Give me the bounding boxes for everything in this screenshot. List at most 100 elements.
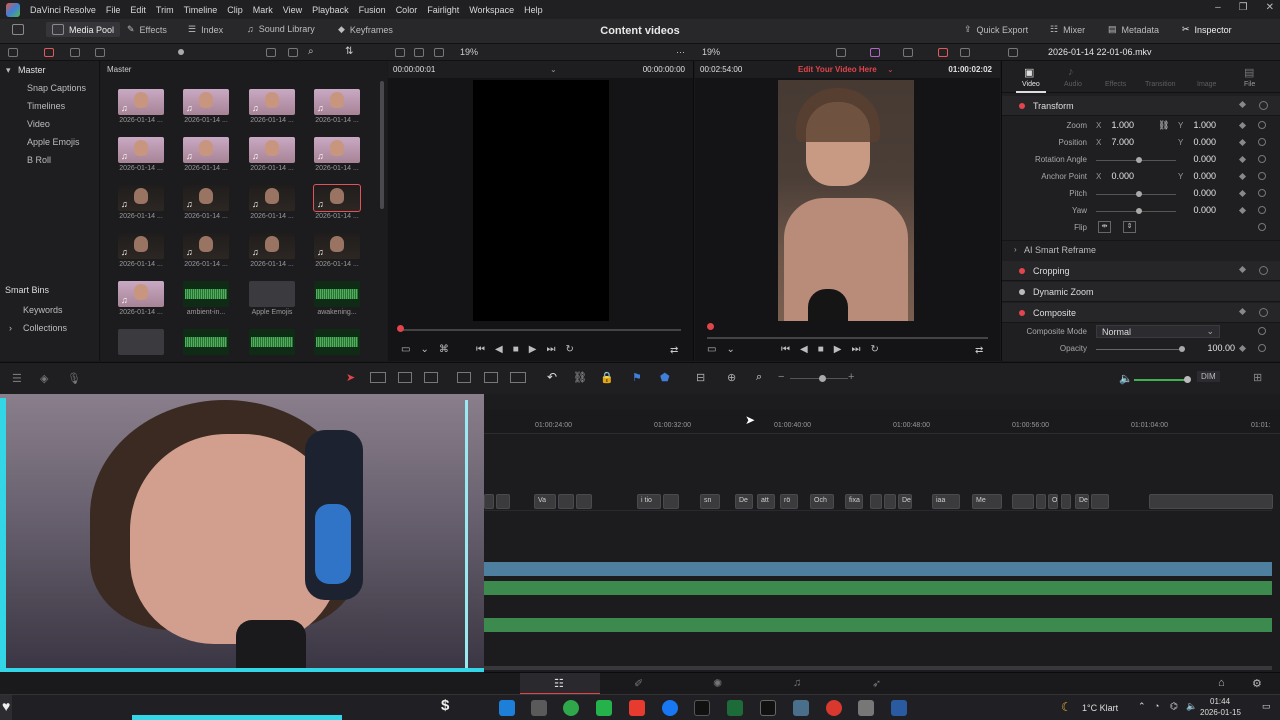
linked-selection-icon[interactable]: ⛓ — [573, 371, 587, 384]
menu-mark[interactable]: Mark — [248, 5, 278, 15]
cropping-toggle[interactable] — [1019, 268, 1025, 274]
loop-icon[interactable]: ↻ — [565, 344, 573, 355]
menu-fusion[interactable]: Fusion — [354, 5, 391, 15]
pool-scrollbar[interactable] — [380, 81, 384, 209]
rotation-input[interactable]: 0.000 — [1176, 154, 1216, 164]
caption-clip[interactable] — [1012, 494, 1034, 509]
fullscreen-icon[interactable] — [960, 48, 970, 57]
menu-playback[interactable]: Playback — [307, 5, 354, 15]
menu-fairlight[interactable]: Fairlight — [422, 5, 464, 15]
ai-smart-reframe-section[interactable]: › AI Smart Reframe — [1002, 240, 1280, 258]
media-clip[interactable]: ♫ 2026-01-14 ... — [118, 185, 164, 220]
transform-toggle[interactable] — [1019, 103, 1025, 109]
viewer-layout-icon-2[interactable] — [414, 48, 424, 57]
caption-clip[interactable]: fixa — [845, 494, 863, 509]
media-clip[interactable]: ♫ 2026-01-14 ... — [249, 233, 295, 268]
insert-clip-icon[interactable] — [457, 372, 471, 383]
obs-icon[interactable] — [826, 700, 842, 716]
menu-help[interactable]: Help — [519, 5, 548, 15]
caption-clip[interactable]: rö — [780, 494, 798, 509]
davinci-taskbar-icon[interactable] — [891, 700, 907, 716]
tray-icon[interactable]: ◔ — [1154, 701, 1159, 711]
link-icon[interactable] — [70, 48, 80, 57]
caption-clip[interactable] — [1091, 494, 1109, 509]
search-icon[interactable]: ⌕ — [308, 46, 314, 57]
keyframes-button[interactable]: ◆ Keyframes — [338, 24, 393, 35]
thumb-view-icon[interactable] — [288, 48, 298, 57]
keyframe-icon[interactable] — [1238, 100, 1247, 109]
menu-view[interactable]: View — [278, 5, 307, 15]
snap-icon[interactable] — [44, 48, 54, 57]
composite-toggle[interactable] — [1019, 310, 1025, 316]
edge-icon[interactable] — [499, 700, 515, 716]
mixer-icon[interactable]: ⊞ — [1253, 371, 1262, 384]
menu-edit[interactable]: Edit — [125, 5, 151, 15]
zoom-options-icon[interactable]: ⌄ — [420, 344, 428, 355]
reset-icon[interactable] — [1258, 155, 1266, 163]
cropping-section[interactable]: Cropping — [1002, 261, 1280, 281]
media-clip[interactable]: ♫ 2026-01-14 ... — [183, 137, 229, 172]
program-frame[interactable] — [778, 80, 914, 321]
caption-clip[interactable]: O — [1048, 494, 1058, 509]
caption-clip[interactable] — [576, 494, 592, 509]
volume-slider[interactable] — [1134, 379, 1186, 381]
stop-icon[interactable]: ■ — [513, 344, 519, 355]
rotation-slider-knob[interactable] — [1136, 157, 1142, 163]
custom-zoom-icon[interactable]: ⌕ — [756, 371, 762, 384]
quick-export-button[interactable]: ⇪ Quick Export — [964, 24, 1028, 35]
list-view-icon[interactable] — [266, 48, 276, 57]
snapping-icon[interactable]: ↶ — [547, 370, 557, 384]
detail-zoom-icon[interactable]: ⊕ — [727, 371, 736, 384]
reset-icon[interactable] — [1258, 172, 1266, 180]
menu-file[interactable]: File — [101, 5, 126, 15]
blade-tool-icon[interactable] — [424, 372, 438, 383]
clock-date[interactable]: 2026-01-15 — [1200, 708, 1241, 717]
chevron-right-icon[interactable]: › — [9, 323, 12, 333]
metadata-button[interactable]: ▤ Metadata — [1108, 24, 1159, 35]
thumb-size-slider[interactable] — [178, 49, 184, 55]
tab-image[interactable]: Image — [1197, 81, 1216, 88]
zoom-out-icon[interactable]: − — [778, 371, 784, 383]
pitch-input[interactable]: 0.000 — [1176, 188, 1216, 198]
menu-trim[interactable]: Trim — [151, 5, 179, 15]
caption-clip[interactable]: Det är okej. — [1075, 494, 1089, 509]
keyframe-icon[interactable] — [1238, 265, 1247, 274]
media-clip[interactable]: ♫ 2026-01-14 ... — [313, 184, 361, 220]
go-to-start-icon[interactable]: ⏮ — [781, 344, 790, 355]
reset-icon[interactable] — [1259, 101, 1268, 110]
media-clip[interactable]: ♫ 2026-01-14 ... — [183, 185, 229, 220]
viewer-layout-icon-3[interactable] — [434, 48, 444, 57]
weather-text[interactable]: 1°C Klart — [1082, 703, 1118, 713]
media-clip[interactable]: ♫ 2026-01-14 ... — [183, 89, 229, 124]
caption-clip[interactable] — [1149, 494, 1273, 509]
app-icon-1[interactable] — [531, 700, 547, 716]
opacity-slider[interactable] — [1096, 349, 1180, 350]
effects-button[interactable]: ✎ Effects — [127, 24, 167, 35]
color-page-icon[interactable]: ✺ — [713, 677, 722, 690]
clip-view-icon[interactable]: ▭ — [401, 344, 410, 355]
whatsapp-icon[interactable] — [596, 700, 612, 716]
x-icon[interactable] — [760, 700, 776, 716]
media-clip[interactable]: ♫ 2026-01-14 ... — [314, 137, 360, 172]
tab-video[interactable]: Video — [1022, 81, 1040, 88]
caption-clip[interactable] — [1036, 494, 1046, 509]
caption-clip[interactable]: i tio — [637, 494, 661, 509]
media-clip[interactable]: ♫ 2026-01-14 ... — [118, 281, 164, 316]
clip-view-icon[interactable]: ▭ — [707, 344, 716, 355]
go-to-start-icon[interactable]: ⏮ — [476, 344, 485, 355]
more-options-icon[interactable]: ··· — [676, 47, 685, 57]
chevron-right-icon[interactable]: › — [1014, 245, 1017, 254]
zoom-x-input[interactable]: 1.000 — [1094, 120, 1134, 130]
caption-clip[interactable]: Me — [972, 494, 1002, 509]
caption-clip[interactable]: Va — [534, 494, 556, 509]
tab-effects[interactable]: Effects — [1105, 81, 1126, 88]
keyframe-icon[interactable] — [1238, 121, 1247, 130]
composite-mode-select[interactable]: Normal ⌄ — [1096, 325, 1220, 338]
menu-clip[interactable]: Clip — [222, 5, 248, 15]
position-x-input[interactable]: 7.000 — [1094, 137, 1134, 147]
reset-icon[interactable] — [1259, 308, 1268, 317]
volume-icon[interactable]: 🔈 — [1186, 701, 1197, 712]
full-extent-zoom-icon[interactable]: ⊟ — [696, 371, 705, 384]
dynamic-zoom-toggle[interactable] — [1019, 289, 1025, 295]
media-clip[interactable]: Apple Emojis — [249, 281, 295, 316]
